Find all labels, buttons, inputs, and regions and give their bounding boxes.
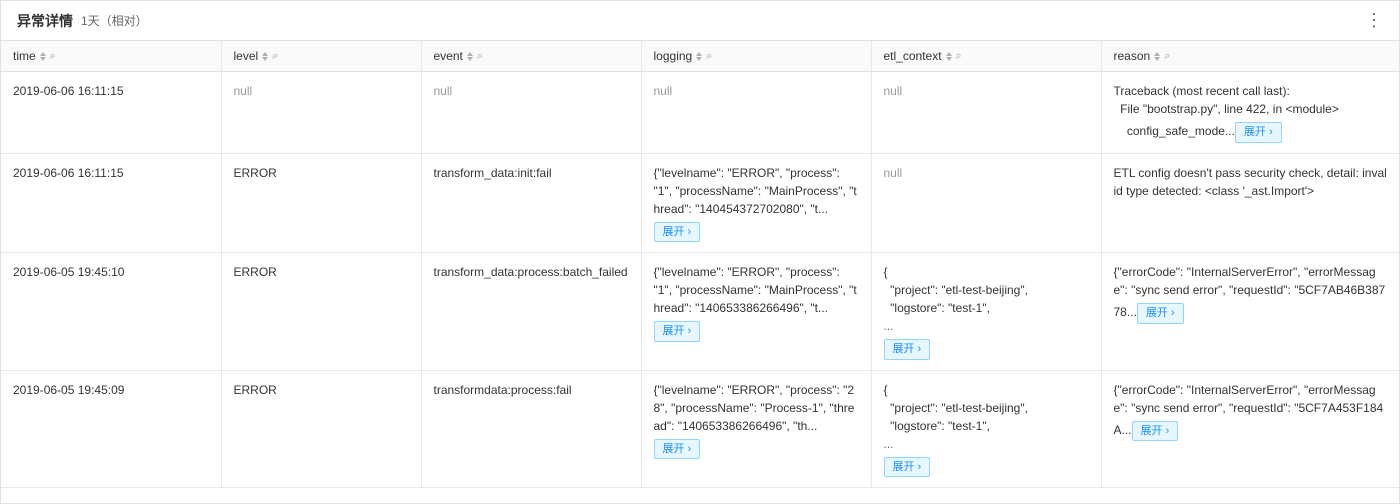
expand-logging-2[interactable]: 展开 › [654, 321, 701, 342]
more-options-icon[interactable]: ⋮ [1365, 10, 1383, 31]
cell-reason-3: {"errorCode": "InternalServerError", "er… [1101, 370, 1399, 488]
filter-icon-reason[interactable]: ⌕ [1164, 50, 1170, 63]
filter-icon-event[interactable]: ⌕ [477, 50, 483, 63]
sort-icon-time[interactable] [40, 52, 46, 61]
cell-time-3: 2019-06-05 19:45:09 [1, 370, 221, 488]
cell-level-3: ERROR [221, 370, 421, 488]
filter-icon-time[interactable]: ⌕ [50, 50, 56, 63]
cell-reason-1: ETL config doesn't pass security check, … [1101, 153, 1399, 253]
sort-icon-event[interactable] [467, 52, 473, 61]
sort-icon-level[interactable] [262, 52, 268, 61]
expand-etl-2[interactable]: 展开 › [884, 339, 931, 360]
expand-logging-3[interactable]: 展开 › [654, 439, 701, 460]
expand-reason-3[interactable]: 展开 › [1132, 421, 1179, 442]
col-header-level: level ⌕ [221, 41, 421, 72]
null-value: null [884, 166, 903, 180]
null-value: null [434, 84, 453, 98]
cell-etl-3: { "project": "etl-test-beijing", "logsto… [871, 370, 1101, 488]
sort-icon-reason[interactable] [1154, 52, 1160, 61]
cell-etl-1: null [871, 153, 1101, 253]
col-header-reason: reason ⌕ [1101, 41, 1399, 72]
cell-reason-2: {"errorCode": "InternalServerError", "er… [1101, 253, 1399, 371]
cell-level-0: null [221, 72, 421, 154]
col-time-label: time [13, 49, 36, 63]
ellipsis-etl-2: ... [884, 317, 1089, 335]
table-header-row: time ⌕ level ⌕ eve [1, 41, 1399, 72]
col-header-etl-context: etl_context ⌕ [871, 41, 1101, 72]
filter-icon-logging[interactable]: ⌕ [706, 50, 712, 63]
table-row: 2019-06-06 16:11:15 null null null null Trace… [1, 72, 1399, 154]
cell-logging-1: {"levelname": "ERROR", "process": "1", "… [641, 153, 871, 253]
cell-etl-0: null [871, 72, 1101, 154]
cell-event-3: transformdata:process:fail [421, 370, 641, 488]
cell-time-0: 2019-06-06 16:11:15 [1, 72, 221, 154]
cell-event-2: transform_data:process:batch_failed [421, 253, 641, 371]
col-header-event: event ⌕ [421, 41, 641, 72]
sort-icon-logging[interactable] [696, 52, 702, 61]
expand-reason-0[interactable]: 展开 › [1235, 122, 1282, 143]
header-left: 异常详情 1天（相对） [17, 11, 148, 31]
time-range: 1天（相对） [81, 12, 148, 29]
data-table: time ⌕ level ⌕ eve [1, 41, 1399, 488]
ellipsis-etl-3: ... [884, 435, 1089, 453]
cell-event-1: transform_data:init:fail [421, 153, 641, 253]
null-value: null [654, 84, 673, 98]
null-value: null [884, 84, 903, 98]
cell-time-2: 2019-06-05 19:45:10 [1, 253, 221, 371]
cell-logging-0: null [641, 72, 871, 154]
header: 异常详情 1天（相对） ⋮ [1, 1, 1399, 41]
cell-level-1: ERROR [221, 153, 421, 253]
table-row: 2019-06-05 19:45:10ERRORtransform_data:p… [1, 253, 1399, 371]
data-table-wrap: time ⌕ level ⌕ eve [1, 41, 1399, 503]
expand-logging-1[interactable]: 展开 › [654, 222, 701, 243]
expand-etl-3[interactable]: 展开 › [884, 457, 931, 478]
cell-logging-2: {"levelname": "ERROR", "process": "1", "… [641, 253, 871, 371]
cell-level-2: ERROR [221, 253, 421, 371]
table-row: 2019-06-05 19:45:09ERRORtransformdata:pr… [1, 370, 1399, 488]
col-event-label: event [434, 49, 463, 63]
col-reason-label: reason [1114, 49, 1151, 63]
table-row: 2019-06-06 16:11:15ERRORtransform_data:i… [1, 153, 1399, 253]
filter-icon-etl[interactable]: ⌕ [956, 50, 962, 63]
cell-reason-0: Traceback (most recent call last): File … [1101, 72, 1399, 154]
col-level-label: level [234, 49, 259, 63]
page-title: 异常详情 [17, 11, 73, 31]
col-logging-label: logging [654, 49, 693, 63]
cell-time-1: 2019-06-06 16:11:15 [1, 153, 221, 253]
sort-icon-etl[interactable] [946, 52, 952, 61]
cell-event-0: null [421, 72, 641, 154]
page-container: 异常详情 1天（相对） ⋮ time [0, 0, 1400, 504]
col-etl-label: etl_context [884, 49, 942, 63]
col-header-time: time ⌕ [1, 41, 221, 72]
filter-icon-level[interactable]: ⌕ [272, 50, 278, 63]
cell-logging-3: {"levelname": "ERROR", "process": "28", … [641, 370, 871, 488]
expand-reason-2[interactable]: 展开 › [1137, 303, 1184, 324]
null-value: null [234, 84, 253, 98]
cell-etl-2: { "project": "etl-test-beijing", "logsto… [871, 253, 1101, 371]
col-header-logging: logging ⌕ [641, 41, 871, 72]
